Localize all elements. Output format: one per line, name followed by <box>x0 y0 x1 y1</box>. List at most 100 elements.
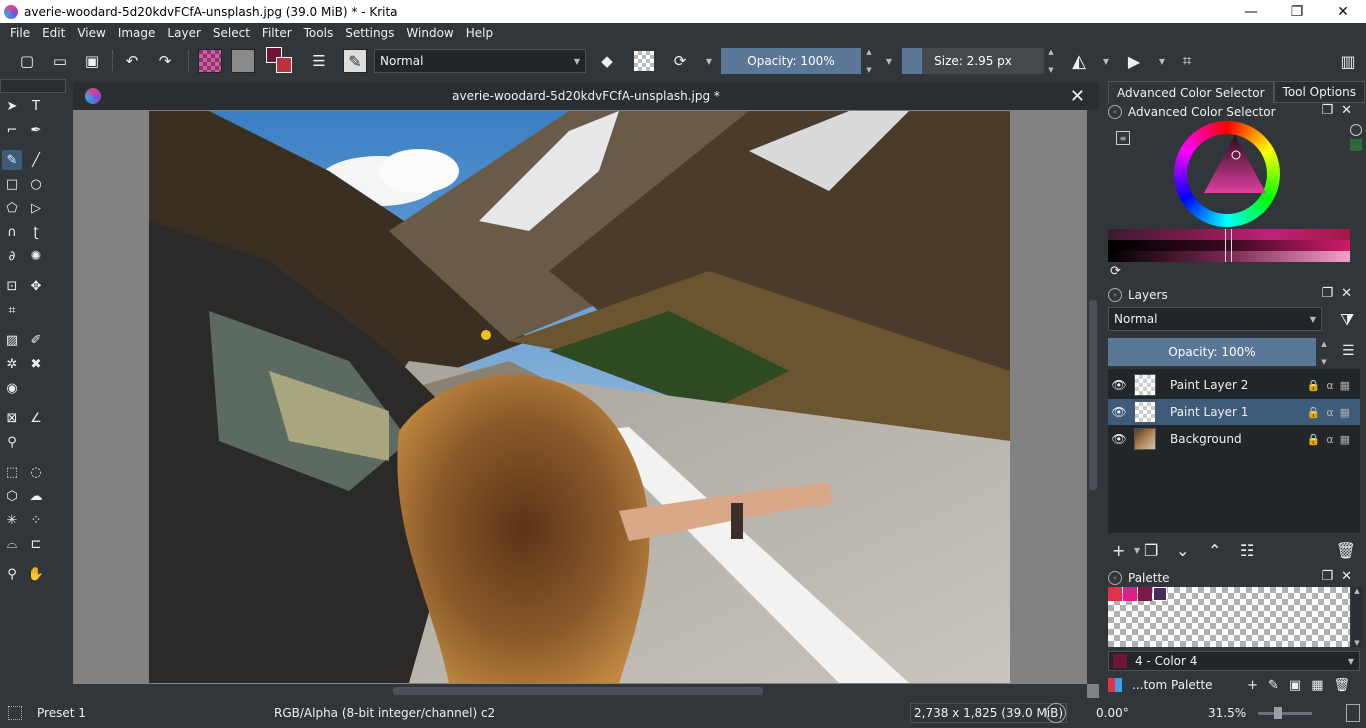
visibility-eye-icon[interactable]: 👁 <box>1108 405 1130 419</box>
horizontal-scroll-thumb[interactable] <box>393 687 763 695</box>
image-size-status[interactable]: 2,738 x 1,825 (39.0 MiB) <box>910 703 1068 723</box>
polyline-tool-icon[interactable]: ▷ <box>26 198 46 218</box>
layers-float-close-icons[interactable]: ❐✕ <box>1321 286 1360 301</box>
layer-opacity-spin-buttons[interactable]: ▲ ▼ <box>1318 340 1330 366</box>
menu-filter[interactable]: Filter <box>256 26 298 40</box>
zoom-tool-icon[interactable]: ⚲ <box>2 564 22 584</box>
freehand-selection-icon[interactable]: ☁ <box>26 486 46 506</box>
palette-swatch-1[interactable] <box>1108 587 1122 601</box>
palette-float-close-icons[interactable]: ❐✕ <box>1321 569 1360 584</box>
horizontal-scrollbar[interactable] <box>73 684 1087 698</box>
menu-image[interactable]: Image <box>112 26 162 40</box>
contiguous-selection-icon[interactable]: ✳ <box>2 510 22 530</box>
restore-button[interactable]: ❐ <box>1274 0 1320 23</box>
minimize-button[interactable]: — <box>1228 0 1274 23</box>
smart-patch-icon[interactable]: ✖ <box>26 354 46 374</box>
color-swap-icon[interactable] <box>266 47 294 75</box>
palette-lock-icon[interactable]: ◦ <box>1108 571 1122 585</box>
palette-grid[interactable] <box>1108 587 1350 647</box>
delete-layer-icon[interactable]: 🗑 <box>1336 541 1356 560</box>
zoom-slider-handle[interactable] <box>1274 707 1282 719</box>
mirror-vertical-icon[interactable]: ▶ <box>1124 51 1144 71</box>
layer-blend-mode-combo[interactable]: Normal ▼ <box>1108 307 1322 331</box>
polygon-selection-icon[interactable]: ⬡ <box>2 486 22 506</box>
wrap-around-icon[interactable]: ⌗ <box>1177 51 1197 71</box>
brush-settings-icon[interactable]: ☰ <box>309 51 329 71</box>
layer-lock-alpha-icons[interactable]: 🔒α▦ <box>1307 406 1360 419</box>
clear-color-history-icon[interactable] <box>1350 124 1362 136</box>
menu-edit[interactable]: Edit <box>36 26 71 40</box>
menu-help[interactable]: Help <box>460 26 499 40</box>
mirror-h-dropdown-icon[interactable]: ▼ <box>1096 51 1116 71</box>
rotation-dial-icon[interactable] <box>1046 703 1066 723</box>
gradient-tool-icon[interactable]: ▨ <box>2 330 22 350</box>
mirror-horizontal-icon[interactable]: ◭ <box>1069 51 1089 72</box>
preserve-alpha-icon[interactable] <box>634 51 654 71</box>
menu-file[interactable]: File <box>4 26 36 40</box>
rectangle-tool-icon[interactable]: □ <box>2 174 22 194</box>
duplicate-layer-icon[interactable]: ❐ <box>1144 541 1176 560</box>
color-selector-settings-icon[interactable]: ≡ <box>1116 131 1130 145</box>
size-spin-buttons[interactable]: ▲ ▼ <box>1045 48 1057 74</box>
layer-lock-alpha-icons[interactable]: 🔒α▦ <box>1307 379 1360 392</box>
pattern-preset-icon[interactable] <box>231 49 255 73</box>
calligraphy-icon[interactable]: ✒ <box>26 120 46 140</box>
brush-size-slider[interactable]: Size: 2.95 px <box>902 48 1044 74</box>
selected-color-combo[interactable]: 4 - Color 4 ▼ <box>1108 651 1360 671</box>
visibility-eye-icon[interactable]: 👁 <box>1108 378 1130 392</box>
layer-properties-icon[interactable]: ☷ <box>1240 541 1270 560</box>
close-window-button[interactable]: ✕ <box>1320 0 1366 23</box>
bezier-tool-icon[interactable]: ∩ <box>2 222 22 242</box>
edit-shapes-icon[interactable]: ⌐ <box>2 120 22 140</box>
assistant-tool-icon[interactable]: ⊠ <box>2 408 22 428</box>
layer-opacity-slider[interactable]: Opacity: 100% <box>1108 338 1316 366</box>
freehand-brush-icon[interactable]: ✎ <box>2 150 22 170</box>
vertical-scroll-thumb[interactable] <box>1089 300 1097 490</box>
visibility-eye-icon[interactable]: 👁 <box>1108 432 1130 446</box>
menu-settings[interactable]: Settings <box>339 26 400 40</box>
panel-float-close-icons[interactable]: ❐✕ <box>1321 103 1360 118</box>
open-document-icon[interactable]: ▭ <box>50 51 70 71</box>
menu-tools[interactable]: Tools <box>298 26 340 40</box>
opacity-dropdown-icon[interactable]: ▼ <box>879 51 899 71</box>
save-icon[interactable]: ▣ <box>82 51 102 71</box>
menu-window[interactable]: Window <box>400 26 459 40</box>
layer-options-menu-icon[interactable]: ☰ <box>1342 343 1355 359</box>
reference-images-icon[interactable]: ⚲ <box>2 432 22 452</box>
move-tool-icon[interactable]: ✥ <box>26 276 46 296</box>
line-tool-icon[interactable]: ╱ <box>26 150 46 170</box>
layer-row-background[interactable]: 👁 Background 🔒α▦ <box>1108 426 1360 452</box>
move-layer-down-icon[interactable]: ⌄ <box>1176 541 1208 560</box>
zoom-slider[interactable] <box>1258 712 1312 715</box>
redo-icon[interactable]: ↷ <box>155 51 175 71</box>
rotation-value[interactable]: 0.00° <box>1096 706 1129 720</box>
multibrush-icon[interactable]: ✺ <box>26 246 46 266</box>
tab-tool-options[interactable]: Tool Options <box>1273 81 1365 103</box>
palette-scrollbar[interactable]: ▲ ▼ <box>1352 587 1362 647</box>
palette-swatch-4[interactable] <box>1153 587 1167 601</box>
palette-action-icons[interactable]: +✎▣▦🗑 <box>1247 678 1360 693</box>
add-layer-icon[interactable]: + <box>1112 541 1134 560</box>
blend-mode-combo[interactable]: Normal ▼ <box>374 49 586 73</box>
document-tab[interactable]: averie-woodard-5d20kdvFCfA-unsplash.jpg … <box>73 82 1099 110</box>
palette-chooser-icon[interactable] <box>1108 678 1122 692</box>
crop-tool-icon[interactable]: ⌗ <box>2 300 22 320</box>
bezier-selection-icon[interactable]: ⌓ <box>2 534 22 554</box>
layers-lock-icon[interactable]: ◦ <box>1108 288 1122 302</box>
refresh-shades-icon[interactable]: ⟳ <box>1110 264 1121 279</box>
opacity-slider[interactable]: Opacity: 100% <box>721 48 861 74</box>
reload-dropdown-icon[interactable]: ▼ <box>699 51 719 71</box>
palette-swatch-3[interactable] <box>1138 587 1152 601</box>
layer-row-paint-layer-1[interactable]: 👁 Paint Layer 1 🔒α▦ <box>1108 399 1360 425</box>
layer-filter-icon[interactable]: ⧩ <box>1340 310 1354 330</box>
rect-selection-icon[interactable]: ⬚ <box>2 462 22 482</box>
text-tool-icon[interactable]: T <box>26 96 46 116</box>
measure-tool-icon[interactable]: ∠ <box>26 408 46 428</box>
ellipse-selection-icon[interactable]: ◌ <box>26 462 46 482</box>
palette-swatch-2[interactable] <box>1123 587 1137 601</box>
undo-icon[interactable]: ↶ <box>122 51 142 71</box>
close-document-icon[interactable]: ✕ <box>1070 86 1085 107</box>
zoom-value[interactable]: 31.5% <box>1208 706 1246 720</box>
pan-tool-icon[interactable]: ✋ <box>26 564 46 584</box>
dynamic-brush-icon[interactable]: ∂ <box>2 246 22 266</box>
